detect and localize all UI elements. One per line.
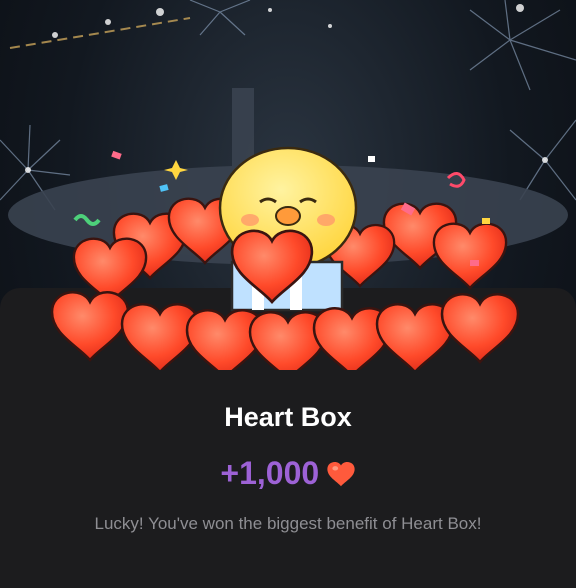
reward-message: Lucky! You've won the biggest benefit of… — [94, 514, 482, 533]
reward-title: Heart Box — [224, 402, 352, 432]
reward-amount-row: +1,000 — [0, 453, 576, 493]
reward-amount: +1,000 — [220, 455, 320, 491]
heart-icon — [326, 461, 355, 487]
heart-pile-illustration — [50, 146, 520, 370]
